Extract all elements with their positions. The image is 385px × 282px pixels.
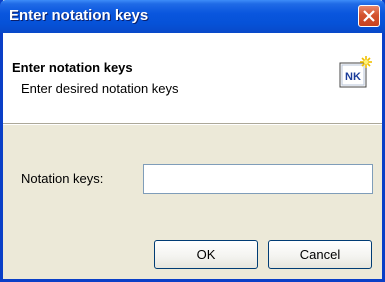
icon-label: NK [345,71,361,83]
header-separator-highlight [3,124,382,125]
close-icon [363,10,375,22]
notation-keys-icon: NK [339,56,372,88]
header-title: Enter notation keys [12,60,133,75]
dialog-window: Enter notation keys Enter notation keys … [0,0,385,282]
wizard-header: Enter notation keys Enter desired notati… [3,33,382,123]
header-subtitle: Enter desired notation keys [21,81,179,96]
notation-keys-input[interactable] [143,164,373,194]
ok-button[interactable]: OK [154,240,258,269]
title-bar[interactable]: Enter notation keys [0,0,385,33]
cancel-button[interactable]: Cancel [268,240,372,269]
window-title: Enter notation keys [9,7,149,24]
close-button[interactable] [358,5,380,27]
notation-keys-label: Notation keys: [21,171,104,186]
